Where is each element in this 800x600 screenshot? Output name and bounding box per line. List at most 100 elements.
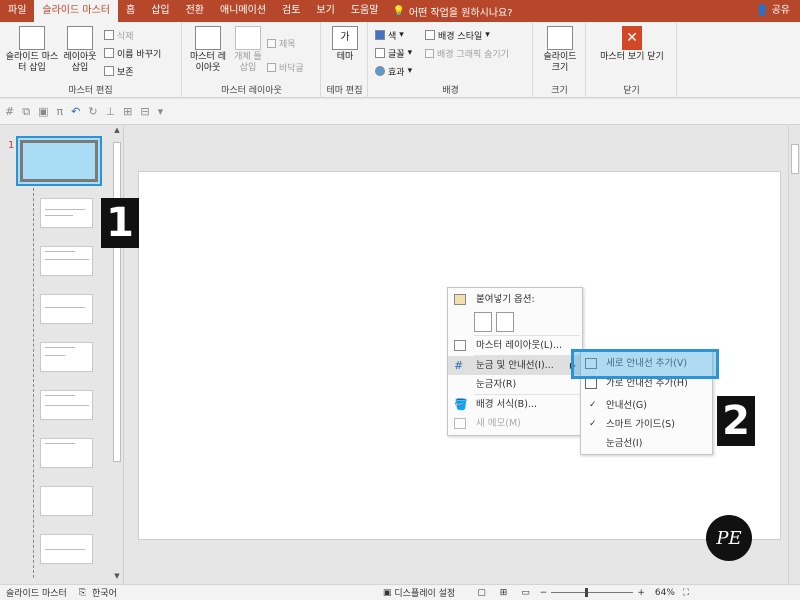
tab-help[interactable]: 도움말 [343, 0, 387, 22]
menu-item-guides[interactable]: ✓ 안내선(G) [581, 396, 712, 415]
scrollbar-thumb[interactable] [791, 144, 799, 174]
background-styles-button[interactable]: 배경 스타일 ▾ [425, 28, 490, 42]
close-master-view-button[interactable]: ✕ 마스터 보기 닫기 [593, 26, 671, 63]
hide-bg-graphics-checkbox[interactable]: 배경 그래픽 숨기기 [425, 46, 509, 60]
menu-item-master-layout[interactable]: 마스터 레이아웃(L)... [448, 336, 582, 355]
chevron-down-icon: ▾ [485, 30, 490, 40]
group-close: ✕ 마스터 보기 닫기 닫기 [587, 22, 677, 98]
scroll-down-icon[interactable]: ▼ [111, 572, 123, 580]
tell-me-box[interactable]: 💡 어떤 작업을 원하시나요? [392, 4, 512, 19]
lightbulb-icon: 💡 [392, 5, 405, 17]
preserve-button[interactable]: 보존 [104, 64, 134, 78]
rename-button[interactable]: 이름 바꾸기 [104, 46, 161, 60]
paste-keep-formatting-icon[interactable] [474, 312, 492, 332]
tab-slide-master[interactable]: 슬라이드 마스터 [34, 0, 118, 22]
gridlines-label: 눈금선(I) [606, 438, 643, 449]
pi-icon[interactable]: π [56, 105, 63, 118]
footer-check-icon [267, 62, 276, 72]
customize-qat-icon[interactable]: ▾ [158, 105, 164, 118]
menu-item-ruler[interactable]: 눈금자(R) [448, 375, 582, 394]
group-label-close: 닫기 [623, 86, 640, 96]
grid-icon[interactable]: # [5, 105, 14, 118]
menu-item-format-background[interactable]: 🪣 배경 서식(B)... [448, 395, 582, 414]
display-settings-icon[interactable]: ▣ [383, 588, 392, 598]
menu-item-new-comment[interactable]: 새 메모(M) [448, 414, 582, 433]
layout-thumbnail[interactable] [40, 390, 93, 420]
reading-view-icon[interactable]: ▭ [521, 588, 530, 598]
close-master-label: 마스터 보기 닫기 [600, 52, 664, 62]
insert-slide-master-button[interactable]: 슬라이드 마스터 삽입 [4, 26, 60, 74]
master-layout-button[interactable]: 마스터 레이아웃 [187, 26, 229, 74]
picture-icon[interactable]: ▣ [38, 105, 48, 118]
layout-thumbnail[interactable] [40, 198, 93, 228]
footer-checkbox[interactable]: 바닥글 [267, 60, 304, 74]
menu-item-grid-and-guides[interactable]: # 눈금 및 안내선(I)... ▶ [448, 356, 582, 375]
thumbnail-scrollbar[interactable]: ▲ ▼ [111, 126, 123, 584]
zoom-out-icon[interactable]: − [540, 588, 548, 598]
menu-item-smart-guides[interactable]: ✓ 스마트 가이드(S) [581, 415, 712, 434]
layout-thumbnail[interactable] [40, 438, 93, 468]
tab-view[interactable]: 보기 [308, 0, 342, 22]
fit-to-window-icon[interactable]: ⛶ [683, 588, 689, 598]
display-settings[interactable]: 디스플레이 설정 [394, 586, 455, 599]
undo-icon[interactable]: ↶ [71, 105, 80, 118]
group-icon[interactable]: ⧉ [22, 105, 30, 119]
title-checkbox[interactable]: 제목 [267, 36, 296, 50]
zoom-in-icon[interactable]: + [637, 588, 645, 598]
redo-icon[interactable]: ↻ [88, 105, 97, 118]
arrange-icon[interactable]: ⊟ [140, 105, 149, 118]
highlight-box [571, 349, 719, 379]
layout-thumbnail[interactable] [40, 342, 93, 372]
slide-size-button[interactable]: 슬라이드 크기 [538, 26, 582, 74]
effects-label: 효과 [388, 67, 405, 78]
scrollbar-thumb[interactable] [113, 142, 121, 462]
master-layout-label: 마스터 레이아웃 [190, 52, 226, 73]
grid-icon: # [454, 359, 464, 372]
fonts-label: 글꼴 [388, 49, 405, 60]
distribute-icon[interactable]: ⊞ [123, 105, 132, 118]
zoom-level[interactable]: 64% [655, 588, 675, 598]
layout-thumbnail[interactable] [40, 294, 93, 324]
themes-button[interactable]: 가 테마 [328, 26, 362, 63]
fonts-button[interactable]: 글꼴 ▾ [375, 46, 412, 60]
share-button[interactable]: 👤 공유 [756, 0, 790, 22]
person-icon: 👤 [756, 5, 769, 16]
insert-layout-button[interactable]: 레이아웃 삽입 [60, 26, 100, 74]
insert-layout-icon [67, 26, 93, 50]
chevron-down-icon: ▾ [399, 30, 404, 40]
title-check-icon [267, 38, 276, 48]
ribbon-tab-bar: 파일 슬라이드 마스터 홈 삽입 전환 애니메이션 검토 보기 도움말 💡 어떤… [0, 0, 800, 22]
background-styles-icon [425, 30, 435, 40]
delete-button[interactable]: 삭제 [104, 28, 134, 42]
menu-item-gridlines[interactable]: 눈금선(I) [581, 434, 712, 453]
language-status[interactable]: 한국어 [92, 586, 117, 599]
zoom-slider-handle[interactable] [585, 588, 589, 597]
tab-transitions[interactable]: 전환 [178, 0, 212, 22]
tab-insert[interactable]: 삽입 [143, 0, 177, 22]
view-name: 슬라이드 마스터 [6, 589, 67, 599]
hide-bg-label: 배경 그래픽 숨기기 [437, 49, 509, 60]
tab-home[interactable]: 홈 [118, 0, 143, 22]
layout-thumbnail[interactable] [40, 246, 93, 276]
layout-thumbnail[interactable] [40, 486, 93, 516]
scroll-up-icon[interactable]: ▲ [111, 126, 123, 134]
themes-icon: 가 [332, 26, 358, 50]
layout-thumbnail[interactable] [40, 534, 93, 564]
group-master-edit: 슬라이드 마스터 삽입 레이아웃 삽입 삭제 이름 바꾸기 보존 마스터 편집 [0, 22, 182, 98]
tab-review[interactable]: 검토 [274, 0, 308, 22]
align-icon[interactable]: ⊥ [106, 105, 116, 118]
normal-view-icon[interactable]: ▢ [477, 588, 486, 598]
insert-layout-label: 레이아웃 삽입 [63, 52, 97, 73]
insert-placeholder-button[interactable]: 개체 틀 삽입 [229, 26, 267, 74]
slide-sorter-icon[interactable]: ⊞ [500, 588, 508, 598]
colors-button[interactable]: 색 ▾ [375, 28, 404, 42]
zoom-slider[interactable] [551, 588, 634, 597]
preserve-label: 보존 [117, 67, 134, 78]
paste-picture-icon[interactable] [496, 312, 514, 332]
tab-file[interactable]: 파일 [0, 0, 34, 22]
effects-button[interactable]: 효과 ▾ [375, 64, 412, 78]
tab-animations[interactable]: 애니메이션 [212, 0, 274, 22]
editor-scrollbar[interactable] [788, 126, 800, 584]
slide-master-thumbnail[interactable] [16, 136, 102, 186]
accessibility-icon[interactable]: ⎘ [79, 588, 86, 598]
